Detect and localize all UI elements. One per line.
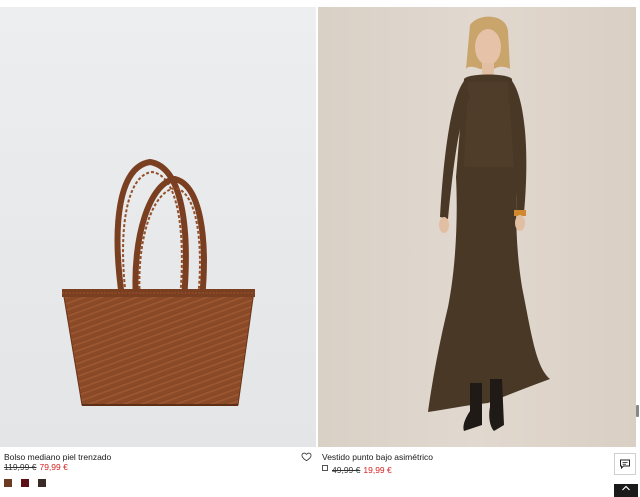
dress-model-illustration <box>428 16 550 431</box>
chevron-up-icon <box>622 485 630 491</box>
sale-price: 19,99 € <box>363 465 392 475</box>
chat-button[interactable] <box>614 453 636 475</box>
price-row: 49,99 €19,99 € <box>332 465 392 475</box>
product-grid: Bolso mediano piel trenzado 119,99 €79,9… <box>0 0 640 497</box>
product-image-bag[interactable] <box>0 7 316 447</box>
color-swatch-burgundy[interactable] <box>21 479 29 487</box>
product-title[interactable]: Bolso mediano piel trenzado <box>4 452 111 462</box>
scrollbar-thumb[interactable] <box>636 405 639 417</box>
product-title[interactable]: Vestido punto bajo asimétrico <box>322 452 433 462</box>
heart-icon[interactable] <box>301 451 312 462</box>
woven-bag-illustration <box>62 158 255 406</box>
color-swatch-brown[interactable] <box>4 479 12 487</box>
product-image-dress[interactable] <box>318 7 636 447</box>
color-swatches <box>4 479 46 487</box>
chat-icon <box>620 459 630 470</box>
original-price: 49,99 € <box>332 465 361 475</box>
price-row: 119,99 €79,99 € <box>4 462 68 472</box>
compare-checkbox[interactable] <box>322 465 328 471</box>
color-swatch-dark-brown[interactable] <box>38 479 46 487</box>
scroll-top-button[interactable] <box>614 484 638 497</box>
original-price: 119,99 € <box>4 462 37 472</box>
sale-price: 79,99 € <box>39 462 68 472</box>
